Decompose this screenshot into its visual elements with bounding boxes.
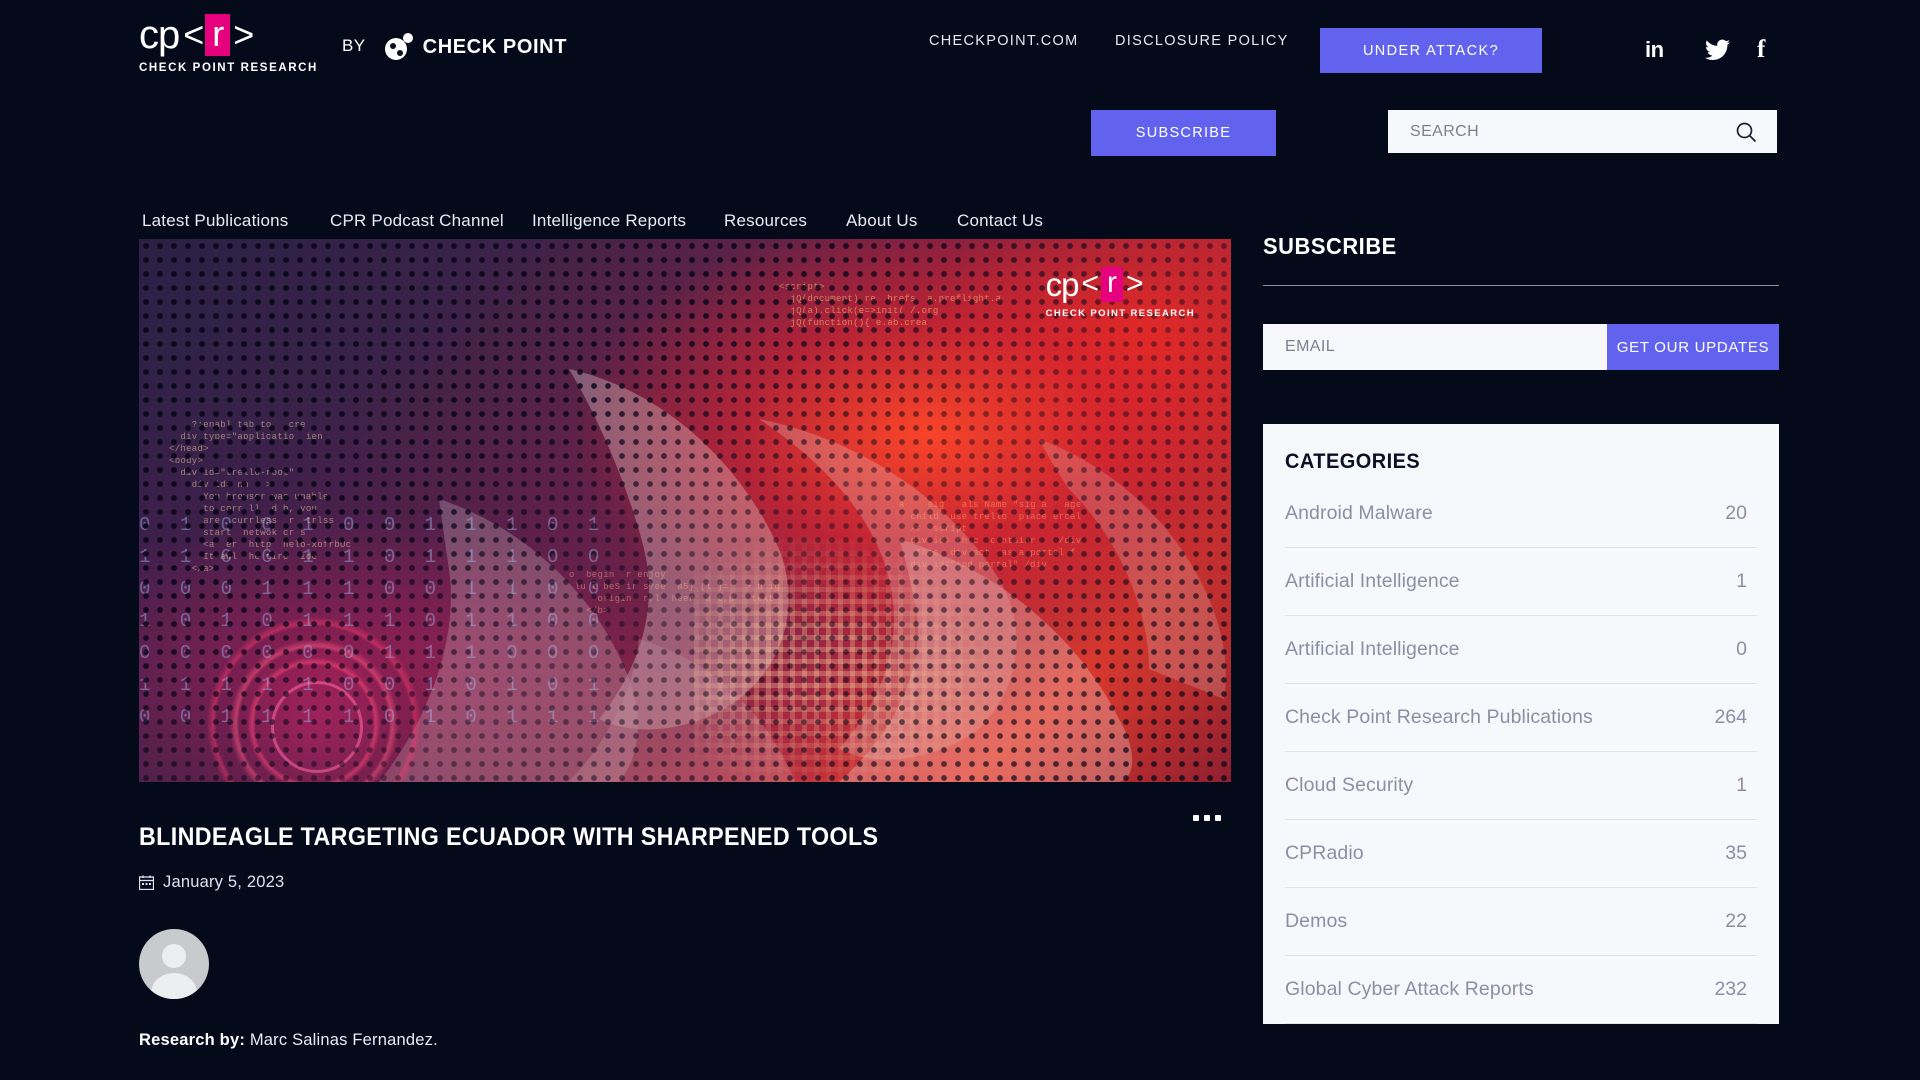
category-count: 35 <box>1725 842 1747 864</box>
category-label: Artificial Intelligence <box>1285 570 1460 592</box>
category-row-artificial-intelligence-2[interactable]: Artificial Intelligence 0 <box>1285 616 1757 684</box>
category-row-cpradio[interactable]: CPRadio 35 <box>1285 820 1757 888</box>
disclosure-policy-link[interactable]: DISCLOSURE POLICY <box>1115 33 1289 49</box>
nav-intelligence-reports[interactable]: Intelligence Reports <box>532 211 686 231</box>
category-row-artificial-intelligence-1[interactable]: Artificial Intelligence 1 <box>1285 548 1757 616</box>
categories-panel: CATEGORIES Android Malware 20 Artificial… <box>1263 424 1779 1024</box>
page-root: cp < r > CHECK POINT RESEARCH BY CHECK P… <box>0 0 1920 1080</box>
category-count: 264 <box>1714 706 1747 728</box>
hero-halftone-pattern <box>139 239 1231 782</box>
article-title-row: BLINDEAGLE TARGETING ECUADOR WITH SHARPE… <box>139 782 1231 853</box>
linkedin-glyph: in <box>1645 37 1664 62</box>
article-title: BLINDEAGLE TARGETING ECUADOR WITH SHARPE… <box>139 823 879 851</box>
dot-2 <box>1204 814 1210 821</box>
search-icon[interactable] <box>1735 121 1757 143</box>
category-count: 20 <box>1725 502 1747 524</box>
sidebar-subscribe-title: SUBSCRIBE <box>1263 233 1397 259</box>
category-row-demos[interactable]: Demos 22 <box>1285 888 1757 956</box>
category-count: 232 <box>1714 978 1747 1000</box>
hero-cpr-lt: < <box>1081 267 1099 301</box>
dot-3 <box>1215 814 1221 821</box>
article-hero-image[interactable]: 0 1 0 0 1 0 0 1 1 1 0 1 1 1 0 0 1 1 0 1 … <box>139 239 1231 782</box>
linkedin-icon[interactable]: in <box>1645 37 1664 63</box>
article-date: January 5, 2023 <box>139 873 1231 892</box>
hero-cpr-cp: cp <box>1045 265 1080 303</box>
category-row-global-cyber-attack-reports[interactable]: Global Cyber Attack Reports 232 <box>1285 956 1757 1024</box>
dot-1 <box>1193 814 1199 821</box>
nav-contact-us[interactable]: Contact Us <box>957 211 1043 231</box>
email-field[interactable] <box>1263 324 1607 370</box>
nav-resources[interactable]: Resources <box>724 211 807 231</box>
byline-author: Marc Salinas Fernandez. <box>249 1031 438 1050</box>
top-bar: cp < r > CHECK POINT RESEARCH BY CHECK P… <box>0 0 1920 88</box>
hero-cpr-r: r <box>1100 267 1123 302</box>
category-label: Demos <box>1285 910 1348 932</box>
category-count: 0 <box>1736 638 1747 660</box>
category-label: Global Cyber Attack Reports <box>1285 978 1534 1000</box>
subscribe-nav-button[interactable]: SUBSCRIBE <box>1091 110 1276 156</box>
article-date-text: January 5, 2023 <box>163 873 285 892</box>
article-byline: Research by: Marc Salinas Fernandez. <box>139 1031 1231 1050</box>
hero-cpr-gt: > <box>1125 267 1144 301</box>
sidebar-divider <box>1263 285 1779 286</box>
top-links: CHECKPOINT.COM DISCLOSURE POLICY <box>0 0 1920 88</box>
search-box[interactable] <box>1388 110 1777 153</box>
facebook-glyph: f <box>1757 36 1766 63</box>
nav-cpr-podcast-channel[interactable]: CPR Podcast Channel <box>330 211 504 231</box>
subscribe-form: GET OUR UPDATES <box>1263 324 1779 370</box>
hero-cpr-wordmark: cp < r > <box>1046 267 1195 302</box>
more-options-icon[interactable] <box>1189 807 1225 829</box>
nav-about-us[interactable]: About Us <box>846 211 918 231</box>
category-label: Cloud Security <box>1285 774 1414 796</box>
category-label: CPRadio <box>1285 842 1364 864</box>
categories-title: CATEGORIES <box>1285 450 1421 473</box>
category-row-cloud-security[interactable]: Cloud Security 1 <box>1285 752 1757 820</box>
category-count: 22 <box>1725 910 1747 932</box>
sidebar: SUBSCRIBE GET OUR UPDATES CATEGORIES And… <box>1263 233 1779 1024</box>
author-avatar <box>139 929 209 1000</box>
hero-cpr-subtitle: CHECK POINT RESEARCH <box>1045 307 1195 319</box>
category-label: Android Malware <box>1285 502 1433 524</box>
under-attack-button[interactable]: UNDER ATTACK? <box>1320 28 1542 73</box>
category-label: Check Point Research Publications <box>1285 706 1593 728</box>
facebook-icon[interactable]: f <box>1757 36 1765 64</box>
checkpoint-com-link[interactable]: CHECKPOINT.COM <box>929 33 1079 49</box>
nav-latest-publications[interactable]: Latest Publications <box>142 211 289 231</box>
category-row-check-point-research-publications[interactable]: Check Point Research Publications 264 <box>1285 684 1757 752</box>
twitter-icon[interactable] <box>1705 39 1730 61</box>
calendar-icon <box>139 875 154 891</box>
byline-label: Research by: <box>139 1031 246 1050</box>
category-count: 1 <box>1736 774 1747 796</box>
category-label: Artificial Intelligence <box>1285 638 1460 660</box>
search-input[interactable] <box>1388 122 1735 141</box>
article: 0 1 0 0 1 0 0 1 1 1 0 1 1 1 0 0 1 1 0 1 … <box>139 239 1231 1050</box>
category-count: 1 <box>1736 570 1747 592</box>
twitter-bird-glyph <box>1705 39 1730 60</box>
category-row-android-malware[interactable]: Android Malware 20 <box>1285 480 1757 548</box>
hero-cpr-logo: cp < r > CHECK POINT RESEARCH <box>1046 267 1195 319</box>
get-our-updates-button[interactable]: GET OUR UPDATES <box>1607 324 1779 370</box>
